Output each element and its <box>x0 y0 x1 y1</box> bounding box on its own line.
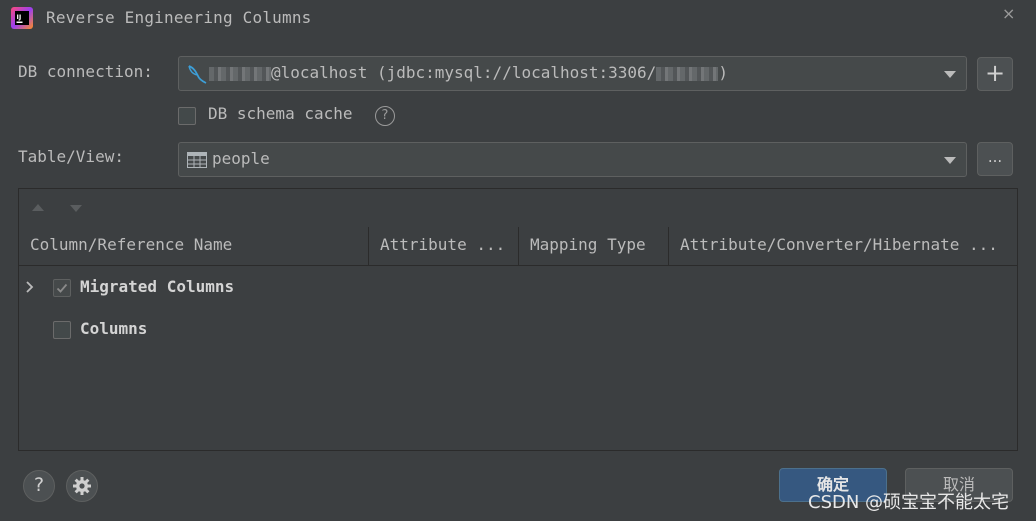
db-connection-value: @localhost (jdbc:mysql://localhost:3306/… <box>209 63 728 82</box>
table-row[interactable]: Migrated Columns <box>19 266 1017 308</box>
browse-table-button[interactable]: ... <box>977 142 1013 176</box>
table-view-label: Table/View: <box>18 147 124 166</box>
move-up-icon[interactable] <box>32 204 44 211</box>
columns-checkbox[interactable] <box>53 321 71 339</box>
schema-cache-label: DB schema cache <box>208 104 353 123</box>
redacted-username <box>209 66 271 81</box>
add-connection-button[interactable]: + <box>977 57 1013 91</box>
table-row[interactable]: Columns <box>19 308 1017 350</box>
db-connection-dropdown[interactable]: @localhost (jdbc:mysql://localhost:3306/… <box>178 56 967 91</box>
settings-button[interactable] <box>66 470 98 502</box>
intellij-idea-icon: IJ <box>11 7 33 29</box>
table-header: Column/Reference Name Attribute ... Mapp… <box>19 227 1017 266</box>
redacted-database <box>656 66 719 81</box>
help-icon[interactable]: ? <box>375 106 395 126</box>
window-title: Reverse Engineering Columns <box>46 8 312 27</box>
migrated-columns-label: Migrated Columns <box>80 277 235 296</box>
table-icon <box>187 152 207 168</box>
mysql-dolphin-icon <box>188 65 207 84</box>
db-connection-value-end: ) <box>718 63 728 82</box>
migrated-columns-checkbox[interactable] <box>53 279 71 297</box>
title-bar: IJ Reverse Engineering Columns × <box>0 0 1036 36</box>
column-header-converter[interactable]: Attribute/Converter/Hibernate ... <box>669 227 1017 265</box>
checkmark-icon <box>56 283 68 293</box>
column-header-name[interactable]: Column/Reference Name <box>19 227 369 265</box>
help-button[interactable]: ? <box>23 470 55 502</box>
chevron-right-icon[interactable] <box>25 280 35 294</box>
close-button[interactable]: × <box>1002 4 1015 23</box>
table-view-value: people <box>212 149 270 168</box>
table-body: Migrated Columns Columns <box>19 266 1017 450</box>
columns-panel: Column/Reference Name Attribute ... Mapp… <box>18 188 1018 451</box>
column-header-mapping-type[interactable]: Mapping Type <box>519 227 669 265</box>
chevron-down-icon <box>944 156 956 164</box>
column-header-attribute[interactable]: Attribute ... <box>369 227 519 265</box>
db-connection-host: @localhost (jdbc:mysql://localhost:3306/ <box>271 63 657 82</box>
table-view-dropdown[interactable]: people <box>178 142 967 177</box>
move-down-icon[interactable] <box>70 205 82 212</box>
schema-cache-checkbox[interactable] <box>178 107 196 125</box>
panel-toolbar <box>19 189 1017 228</box>
chevron-down-icon <box>944 70 956 78</box>
columns-label: Columns <box>80 319 148 338</box>
db-connection-label: DB connection: <box>18 62 153 81</box>
svg-text:IJ: IJ <box>17 13 22 21</box>
gear-icon <box>73 477 91 495</box>
watermark: CSDN @硕宝宝不能太宅 <box>808 492 1010 513</box>
